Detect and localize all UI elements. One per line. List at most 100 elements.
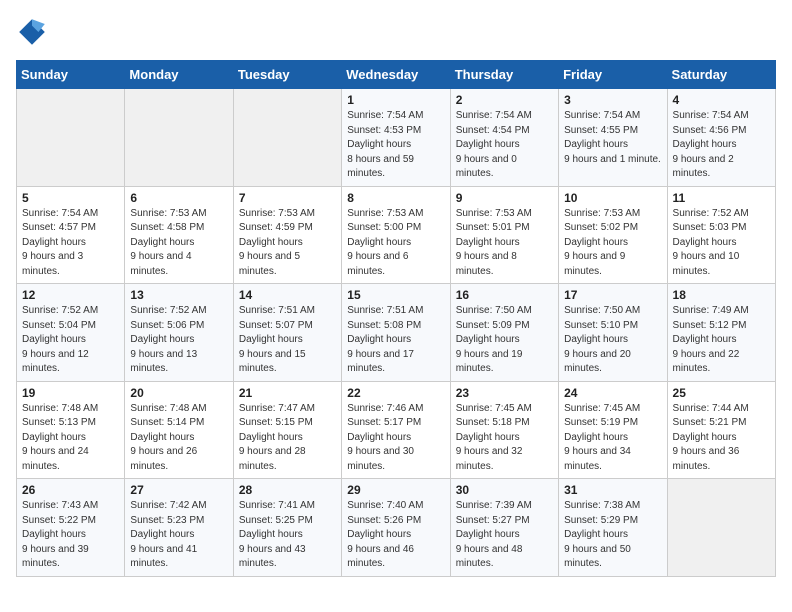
calendar-cell: 12 Sunrise: 7:52 AMSunset: 5:04 PMDaylig… (17, 284, 125, 382)
weekday-header: Monday (125, 61, 233, 89)
calendar-cell: 4 Sunrise: 7:54 AMSunset: 4:56 PMDayligh… (667, 89, 775, 187)
calendar-cell: 14 Sunrise: 7:51 AMSunset: 5:07 PMDaylig… (233, 284, 341, 382)
calendar-cell: 11 Sunrise: 7:52 AMSunset: 5:03 PMDaylig… (667, 186, 775, 284)
cell-info: Sunrise: 7:47 AMSunset: 5:15 PMDaylight … (239, 403, 315, 472)
cell-info: Sunrise: 7:54 AMSunset: 4:55 PMDaylight … (564, 110, 661, 165)
calendar-cell: 22 Sunrise: 7:46 AMSunset: 5:17 PMDaylig… (342, 381, 450, 479)
calendar-cell: 1 Sunrise: 7:54 AMSunset: 4:53 PMDayligh… (342, 89, 450, 187)
cell-info: Sunrise: 7:38 AMSunset: 5:29 PMDaylight … (564, 500, 640, 569)
calendar-cell: 29 Sunrise: 7:40 AMSunset: 5:26 PMDaylig… (342, 479, 450, 577)
cell-info: Sunrise: 7:44 AMSunset: 5:21 PMDaylight … (673, 403, 749, 472)
calendar-week-row: 26 Sunrise: 7:43 AMSunset: 5:22 PMDaylig… (17, 479, 776, 577)
day-number: 1 (347, 93, 444, 107)
calendar-cell: 23 Sunrise: 7:45 AMSunset: 5:18 PMDaylig… (450, 381, 558, 479)
calendar-week-row: 12 Sunrise: 7:52 AMSunset: 5:04 PMDaylig… (17, 284, 776, 382)
weekday-header: Friday (559, 61, 667, 89)
calendar-cell: 18 Sunrise: 7:49 AMSunset: 5:12 PMDaylig… (667, 284, 775, 382)
cell-info: Sunrise: 7:53 AMSunset: 4:59 PMDaylight … (239, 208, 315, 277)
cell-info: Sunrise: 7:48 AMSunset: 5:14 PMDaylight … (130, 403, 206, 472)
day-number: 6 (130, 191, 227, 205)
weekday-header: Tuesday (233, 61, 341, 89)
day-number: 5 (22, 191, 119, 205)
cell-info: Sunrise: 7:49 AMSunset: 5:12 PMDaylight … (673, 305, 749, 374)
cell-info: Sunrise: 7:40 AMSunset: 5:26 PMDaylight … (347, 500, 423, 569)
day-number: 26 (22, 483, 119, 497)
cell-info: Sunrise: 7:41 AMSunset: 5:25 PMDaylight … (239, 500, 315, 569)
calendar-cell: 31 Sunrise: 7:38 AMSunset: 5:29 PMDaylig… (559, 479, 667, 577)
calendar-cell: 2 Sunrise: 7:54 AMSunset: 4:54 PMDayligh… (450, 89, 558, 187)
calendar-cell: 21 Sunrise: 7:47 AMSunset: 5:15 PMDaylig… (233, 381, 341, 479)
day-number: 11 (673, 191, 770, 205)
day-number: 22 (347, 386, 444, 400)
weekday-header: Wednesday (342, 61, 450, 89)
calendar-cell: 8 Sunrise: 7:53 AMSunset: 5:00 PMDayligh… (342, 186, 450, 284)
calendar-cell: 9 Sunrise: 7:53 AMSunset: 5:01 PMDayligh… (450, 186, 558, 284)
day-number: 12 (22, 288, 119, 302)
calendar-cell: 6 Sunrise: 7:53 AMSunset: 4:58 PMDayligh… (125, 186, 233, 284)
calendar-cell: 24 Sunrise: 7:45 AMSunset: 5:19 PMDaylig… (559, 381, 667, 479)
day-number: 30 (456, 483, 553, 497)
day-number: 9 (456, 191, 553, 205)
calendar-cell (233, 89, 341, 187)
page-header (16, 16, 776, 48)
cell-info: Sunrise: 7:50 AMSunset: 5:10 PMDaylight … (564, 305, 640, 374)
calendar-cell (667, 479, 775, 577)
cell-info: Sunrise: 7:46 AMSunset: 5:17 PMDaylight … (347, 403, 423, 472)
day-number: 29 (347, 483, 444, 497)
cell-info: Sunrise: 7:54 AMSunset: 4:56 PMDaylight … (673, 110, 749, 179)
weekday-header: Thursday (450, 61, 558, 89)
day-number: 16 (456, 288, 553, 302)
day-number: 18 (673, 288, 770, 302)
calendar-cell: 20 Sunrise: 7:48 AMSunset: 5:14 PMDaylig… (125, 381, 233, 479)
calendar-week-row: 1 Sunrise: 7:54 AMSunset: 4:53 PMDayligh… (17, 89, 776, 187)
day-number: 13 (130, 288, 227, 302)
day-number: 23 (456, 386, 553, 400)
day-number: 3 (564, 93, 661, 107)
day-number: 17 (564, 288, 661, 302)
cell-info: Sunrise: 7:53 AMSunset: 5:00 PMDaylight … (347, 208, 423, 277)
day-number: 4 (673, 93, 770, 107)
cell-info: Sunrise: 7:53 AMSunset: 4:58 PMDaylight … (130, 208, 206, 277)
day-number: 28 (239, 483, 336, 497)
calendar-cell: 5 Sunrise: 7:54 AMSunset: 4:57 PMDayligh… (17, 186, 125, 284)
calendar-cell (125, 89, 233, 187)
cell-info: Sunrise: 7:54 AMSunset: 4:54 PMDaylight … (456, 110, 532, 179)
calendar-cell: 10 Sunrise: 7:53 AMSunset: 5:02 PMDaylig… (559, 186, 667, 284)
cell-info: Sunrise: 7:43 AMSunset: 5:22 PMDaylight … (22, 500, 98, 569)
day-number: 24 (564, 386, 661, 400)
calendar-table: SundayMondayTuesdayWednesdayThursdayFrid… (16, 60, 776, 577)
day-number: 27 (130, 483, 227, 497)
calendar-cell: 26 Sunrise: 7:43 AMSunset: 5:22 PMDaylig… (17, 479, 125, 577)
day-number: 31 (564, 483, 661, 497)
calendar-cell: 25 Sunrise: 7:44 AMSunset: 5:21 PMDaylig… (667, 381, 775, 479)
day-number: 7 (239, 191, 336, 205)
weekday-header: Saturday (667, 61, 775, 89)
cell-info: Sunrise: 7:54 AMSunset: 4:53 PMDaylight … (347, 110, 423, 179)
calendar-cell: 30 Sunrise: 7:39 AMSunset: 5:27 PMDaylig… (450, 479, 558, 577)
cell-info: Sunrise: 7:52 AMSunset: 5:03 PMDaylight … (673, 208, 749, 277)
day-number: 25 (673, 386, 770, 400)
day-number: 2 (456, 93, 553, 107)
cell-info: Sunrise: 7:42 AMSunset: 5:23 PMDaylight … (130, 500, 206, 569)
cell-info: Sunrise: 7:48 AMSunset: 5:13 PMDaylight … (22, 403, 98, 472)
cell-info: Sunrise: 7:52 AMSunset: 5:04 PMDaylight … (22, 305, 98, 374)
calendar-week-row: 5 Sunrise: 7:54 AMSunset: 4:57 PMDayligh… (17, 186, 776, 284)
cell-info: Sunrise: 7:53 AMSunset: 5:02 PMDaylight … (564, 208, 640, 277)
cell-info: Sunrise: 7:53 AMSunset: 5:01 PMDaylight … (456, 208, 532, 277)
calendar-cell: 7 Sunrise: 7:53 AMSunset: 4:59 PMDayligh… (233, 186, 341, 284)
calendar-cell: 19 Sunrise: 7:48 AMSunset: 5:13 PMDaylig… (17, 381, 125, 479)
cell-info: Sunrise: 7:52 AMSunset: 5:06 PMDaylight … (130, 305, 206, 374)
cell-info: Sunrise: 7:45 AMSunset: 5:19 PMDaylight … (564, 403, 640, 472)
calendar-cell: 15 Sunrise: 7:51 AMSunset: 5:08 PMDaylig… (342, 284, 450, 382)
day-number: 21 (239, 386, 336, 400)
cell-info: Sunrise: 7:51 AMSunset: 5:08 PMDaylight … (347, 305, 423, 374)
calendar-week-row: 19 Sunrise: 7:48 AMSunset: 5:13 PMDaylig… (17, 381, 776, 479)
calendar-cell: 27 Sunrise: 7:42 AMSunset: 5:23 PMDaylig… (125, 479, 233, 577)
day-number: 15 (347, 288, 444, 302)
cell-info: Sunrise: 7:50 AMSunset: 5:09 PMDaylight … (456, 305, 532, 374)
calendar-cell: 28 Sunrise: 7:41 AMSunset: 5:25 PMDaylig… (233, 479, 341, 577)
cell-info: Sunrise: 7:54 AMSunset: 4:57 PMDaylight … (22, 208, 98, 277)
weekday-header-row: SundayMondayTuesdayWednesdayThursdayFrid… (17, 61, 776, 89)
cell-info: Sunrise: 7:45 AMSunset: 5:18 PMDaylight … (456, 403, 532, 472)
calendar-cell: 13 Sunrise: 7:52 AMSunset: 5:06 PMDaylig… (125, 284, 233, 382)
